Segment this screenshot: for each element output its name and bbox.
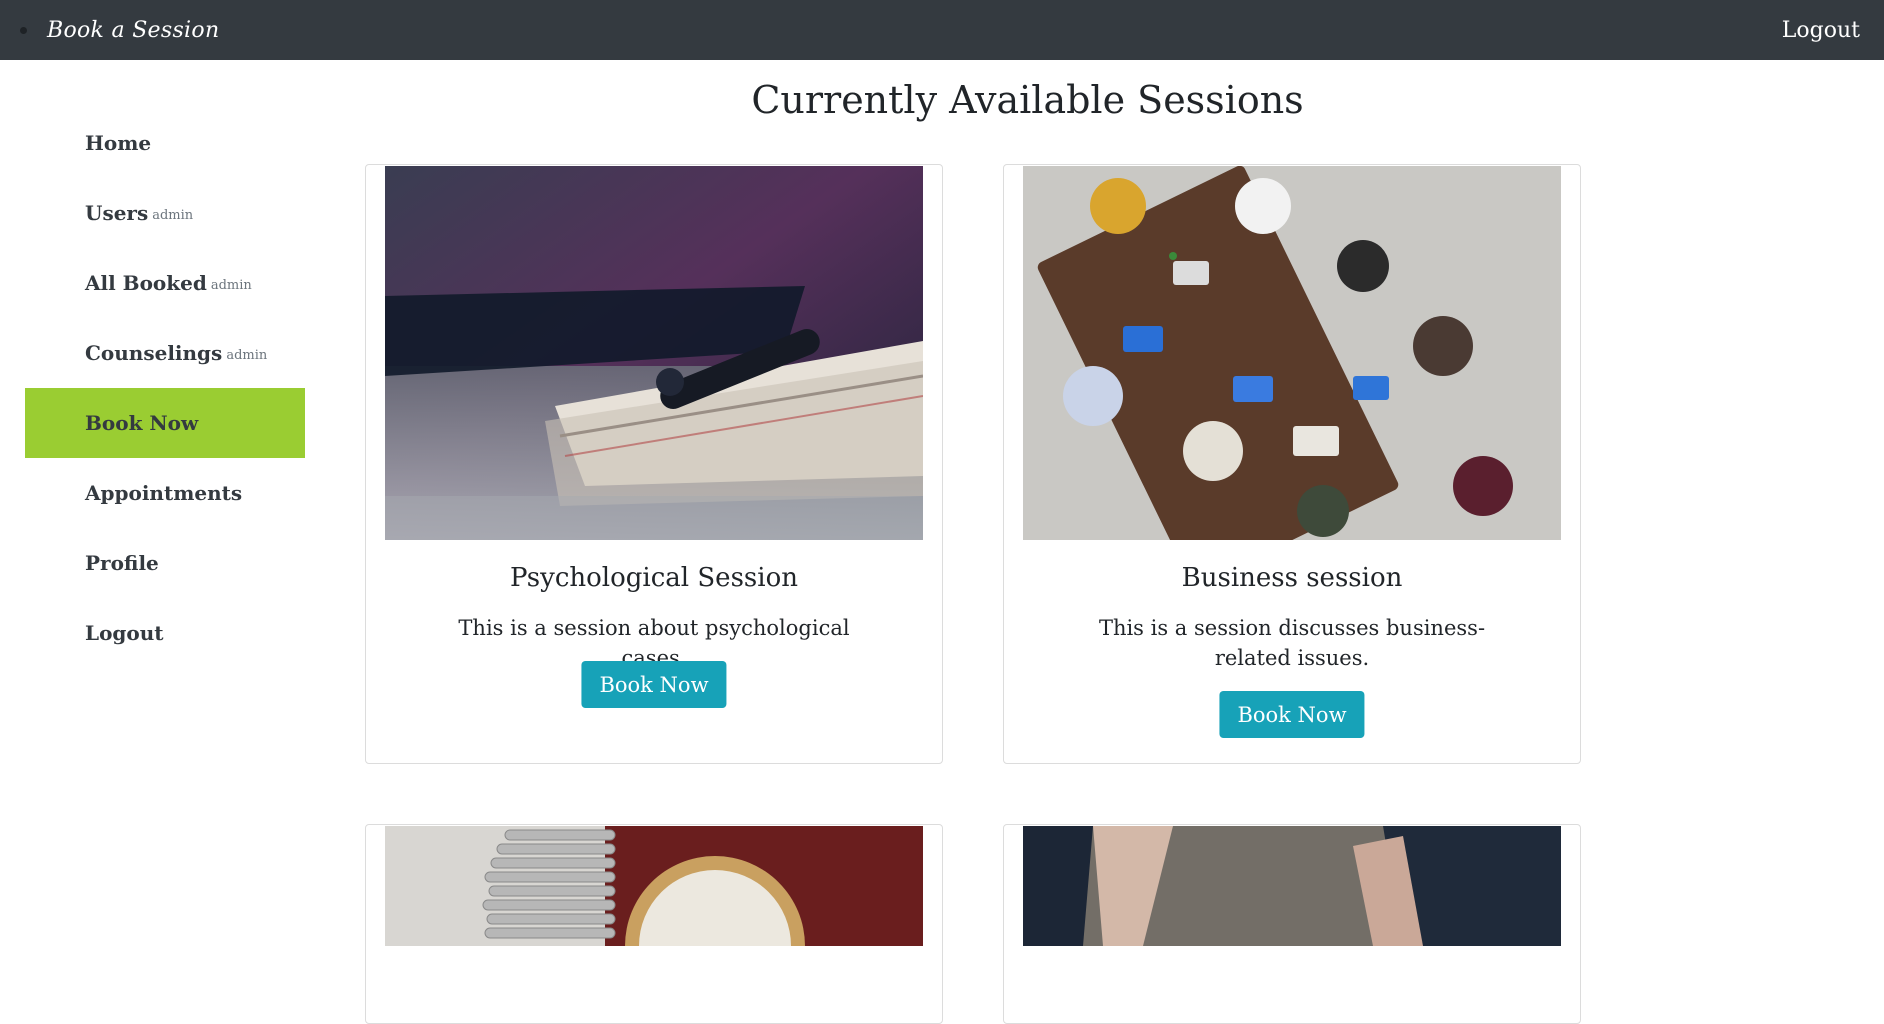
sidebar-item-label: All Booked xyxy=(85,271,207,295)
top-navbar: Book a Session Logout xyxy=(0,0,1884,60)
session-card: Business session This is a session discu… xyxy=(1003,164,1581,764)
book-now-button[interactable]: Book Now xyxy=(1219,691,1365,738)
sidebar-item-label: Logout xyxy=(85,621,164,645)
page-title: Currently Available Sessions xyxy=(751,78,1304,122)
sidebar-item-home[interactable]: Home xyxy=(25,108,305,178)
sidebar-item-label: Appointments xyxy=(85,481,243,505)
sidebar-item-counselings[interactable]: Counselings admin xyxy=(25,318,305,388)
book-now-button[interactable]: Book Now xyxy=(581,661,727,708)
sidebar-item-appointments[interactable]: Appointments xyxy=(25,458,305,528)
session-card xyxy=(1003,824,1581,1024)
sidebar: Home Users admin All Booked admin Counse… xyxy=(25,108,305,668)
sidebar-item-users[interactable]: Users admin xyxy=(25,178,305,248)
session-card xyxy=(365,824,943,1024)
brand-link[interactable]: Book a Session xyxy=(47,18,219,43)
notebook-with-pen-photo xyxy=(385,166,923,540)
admin-tag: admin xyxy=(226,347,268,363)
sidebar-item-book-now[interactable]: Book Now xyxy=(25,388,305,458)
card-title: Psychological Session xyxy=(510,563,798,593)
bullet-icon xyxy=(20,26,27,34)
navbar-logout-link[interactable]: Logout xyxy=(1782,18,1860,43)
people-walking-photo xyxy=(1023,826,1561,946)
card-title: Business session xyxy=(1181,563,1403,593)
sidebar-item-profile[interactable]: Profile xyxy=(25,528,305,598)
sidebar-item-label: Profile xyxy=(85,551,159,575)
session-card: Psychological Session This is a session … xyxy=(365,164,943,764)
sidebar-item-label: Users xyxy=(85,201,149,225)
coins-and-clock-photo xyxy=(385,826,923,946)
sidebar-item-label: Book Now xyxy=(85,411,199,435)
admin-tag: admin xyxy=(210,277,252,293)
card-description: This is a session discusses business-rel… xyxy=(1098,616,1486,670)
sidebar-item-logout[interactable]: Logout xyxy=(25,598,305,668)
sidebar-item-label: Counselings xyxy=(85,341,223,365)
admin-tag: admin xyxy=(152,207,194,223)
brand-wrap: Book a Session xyxy=(20,18,219,43)
sidebar-item-all-booked[interactable]: All Booked admin xyxy=(25,248,305,318)
business-meeting-overhead-photo xyxy=(1023,166,1561,540)
sidebar-item-label: Home xyxy=(85,131,152,155)
